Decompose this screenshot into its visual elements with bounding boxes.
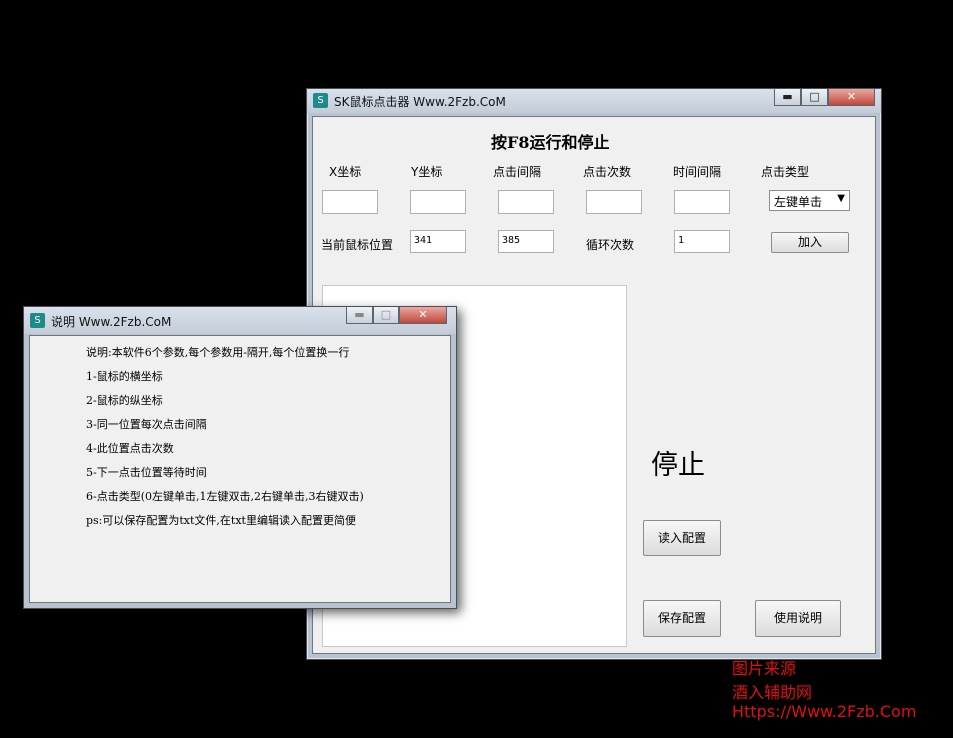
load-config-button[interactable]: 读入配置 (643, 520, 721, 556)
help-minimize-button[interactable]: ▬ (346, 307, 373, 324)
help-client-area: 说明:本软件6个参数,每个参数用-隔开,每个位置换一行 1-鼠标的横坐标 2-鼠… (29, 335, 451, 603)
help-app-icon: S (30, 313, 45, 328)
watermark-line-3: Https://Www.2Fzb.Com (732, 702, 917, 721)
help-line: 说明:本软件6个参数,每个参数用-隔开,每个位置换一行 (86, 346, 350, 359)
click-type-value: 左键单击 (774, 195, 823, 209)
save-config-button[interactable]: 保存配置 (643, 600, 721, 637)
help-window: S 说明 Www.2Fzb.CoM ▬ □ ✕ 说明:本软件6个参数,每个参数用… (23, 306, 457, 609)
col-y-label: Y坐标 (411, 165, 443, 179)
interval-input[interactable] (498, 190, 554, 214)
heading: 按F8运行和停止 (491, 133, 610, 152)
minimize-button[interactable]: ▬ (774, 89, 801, 106)
close-button[interactable]: ✕ (828, 89, 875, 106)
chevron-down-icon: ▼ (837, 193, 845, 204)
y-input[interactable] (410, 190, 466, 214)
click-type-select[interactable]: 左键单击 ▼ (769, 190, 850, 211)
col-count-label: 点击次数 (583, 165, 632, 179)
help-line: 2-鼠标的纵坐标 (86, 394, 163, 407)
watermark-line-2: 酒入辅助网 (732, 683, 813, 702)
current-y-field[interactable]: 385 (498, 230, 554, 253)
wait-input[interactable] (674, 190, 730, 214)
count-input[interactable] (586, 190, 642, 214)
loop-label: 循环次数 (586, 238, 635, 252)
help-titlebar[interactable]: S 说明 Www.2Fzb.CoM ▬ □ ✕ (24, 307, 456, 334)
help-maximize-button[interactable]: □ (373, 307, 399, 324)
help-line: 1-鼠标的横坐标 (86, 370, 163, 383)
current-pos-label: 当前鼠标位置 (321, 238, 394, 252)
help-line: ps:可以保存配置为txt文件,在txt里编辑读入配置更简便 (86, 514, 356, 527)
current-x-field[interactable]: 341 (410, 230, 466, 253)
help-window-title: 说明 Www.2Fzb.CoM (51, 315, 172, 329)
help-line: 6-点击类型(0左键单击,1左键双击,2右键单击,3右键双击) (86, 490, 364, 503)
add-button[interactable]: 加入 (771, 232, 849, 253)
help-line: 3-同一位置每次点击间隔 (86, 418, 207, 431)
help-line: 4-此位置点击次数 (86, 442, 174, 455)
help-button[interactable]: 使用说明 (755, 600, 841, 637)
app-icon: S (313, 93, 328, 108)
help-line: 5-下一点击位置等待时间 (86, 466, 207, 479)
loop-input[interactable]: 1 (674, 230, 730, 253)
col-wait-label: 时间间隔 (673, 165, 722, 179)
x-input[interactable] (322, 190, 378, 214)
main-titlebar[interactable]: S SK鼠标点击器 Www.2Fzb.CoM ▬ □ ✕ (307, 89, 881, 113)
col-x-label: X坐标 (329, 165, 362, 179)
watermark-line-1: 图片来源 (732, 659, 797, 678)
help-close-button[interactable]: ✕ (399, 307, 447, 324)
col-type-label: 点击类型 (761, 165, 810, 179)
col-interval-label: 点击间隔 (493, 165, 542, 179)
status-text: 停止 (651, 450, 705, 481)
maximize-button[interactable]: □ (801, 89, 828, 106)
main-window-title: SK鼠标点击器 Www.2Fzb.CoM (334, 95, 506, 109)
